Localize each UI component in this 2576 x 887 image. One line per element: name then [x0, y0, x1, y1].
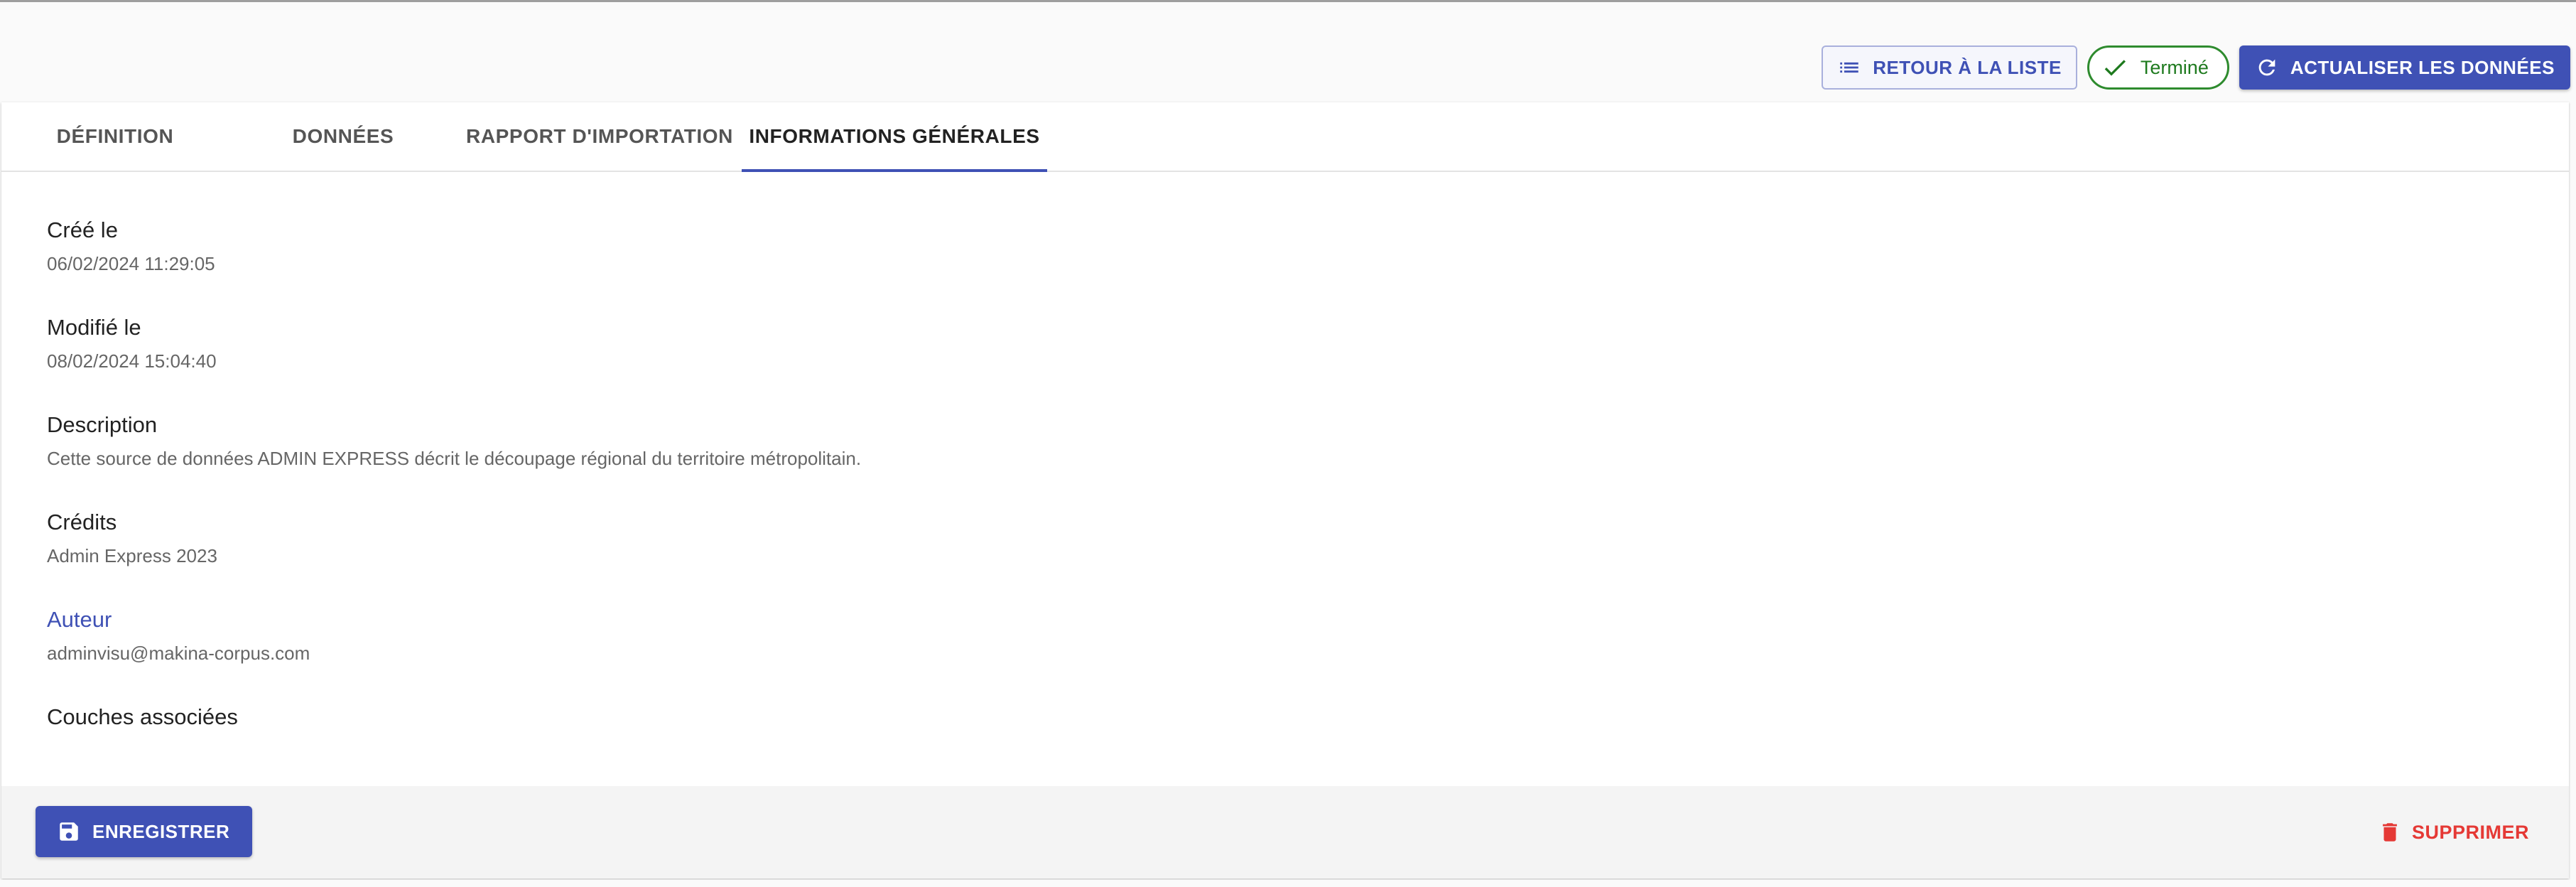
tab-general-information[interactable]: INFORMATIONS GÉNÉRALES: [742, 102, 1047, 172]
check-icon: [2101, 53, 2129, 82]
created-field: Créé le 06/02/2024 11:29:05: [47, 217, 2569, 275]
refresh-data-button[interactable]: ACTUALISER LES DONNÉES: [2239, 45, 2570, 90]
tab-label: RAPPORT D'IMPORTATION: [466, 125, 733, 147]
general-info-content: Créé le 06/02/2024 11:29:05 Modifié le 0…: [1, 172, 2569, 730]
author-value: adminvisu@makina-corpus.com: [47, 643, 310, 664]
list-icon: [1837, 55, 1861, 80]
tab-definition[interactable]: DÉFINITION: [1, 102, 229, 171]
credits-label: Crédits: [47, 510, 117, 534]
modified-label: Modifié le: [47, 315, 141, 340]
details-card: DÉFINITION DONNÉES RAPPORT D'IMPORTATION…: [1, 102, 2569, 878]
status-label: Terminé: [2140, 56, 2209, 78]
form-footer: ENREGISTRER SUPPRIMER: [1, 786, 2569, 878]
save-button[interactable]: ENREGISTRER: [36, 806, 253, 857]
tab-bar: DÉFINITION DONNÉES RAPPORT D'IMPORTATION…: [1, 102, 2569, 172]
description-field: Description Cette source de données ADMI…: [47, 412, 2569, 470]
associated-layers-field: Couches associées: [47, 704, 2569, 730]
tab-label: DONNÉES: [292, 125, 394, 147]
page-bottom-edge: [0, 880, 2576, 887]
back-to-list-label: RETOUR À LA LISTE: [1873, 56, 2062, 78]
author-label[interactable]: Auteur: [47, 607, 2569, 633]
header-actions: RETOUR À LA LISTE Terminé ACTUALISER LES…: [1822, 45, 2570, 90]
modified-value: 08/02/2024 15:04:40: [47, 350, 217, 372]
save-icon: [57, 819, 81, 844]
associated-layers-label: Couches associées: [47, 704, 238, 729]
created-label: Créé le: [47, 217, 118, 242]
tab-label: DÉFINITION: [56, 125, 174, 147]
status-badge: Terminé: [2087, 45, 2229, 90]
delete-button[interactable]: SUPPRIMER: [2378, 813, 2529, 851]
tab-label: INFORMATIONS GÉNÉRALES: [749, 125, 1040, 147]
modified-field: Modifié le 08/02/2024 15:04:40: [47, 315, 2569, 372]
back-to-list-button[interactable]: RETOUR À LA LISTE: [1822, 45, 2077, 90]
credits-value: Admin Express 2023: [47, 545, 217, 566]
refresh-icon: [2255, 55, 2279, 80]
refresh-data-label: ACTUALISER LES DONNÉES: [2290, 56, 2555, 78]
trash-icon: [2378, 820, 2402, 844]
top-divider: [0, 0, 2576, 2]
tab-data[interactable]: DONNÉES: [229, 102, 458, 171]
author-field: Auteur adminvisu@makina-corpus.com: [47, 607, 2569, 665]
credits-field: Crédits Admin Express 2023: [47, 510, 2569, 567]
created-value: 06/02/2024 11:29:05: [47, 253, 215, 274]
description-label: Description: [47, 412, 158, 437]
save-label: ENREGISTRER: [92, 820, 230, 842]
description-value: Cette source de données ADMIN EXPRESS dé…: [47, 448, 862, 469]
delete-label: SUPPRIMER: [2411, 821, 2529, 843]
tab-import-report[interactable]: RAPPORT D'IMPORTATION: [458, 102, 742, 171]
